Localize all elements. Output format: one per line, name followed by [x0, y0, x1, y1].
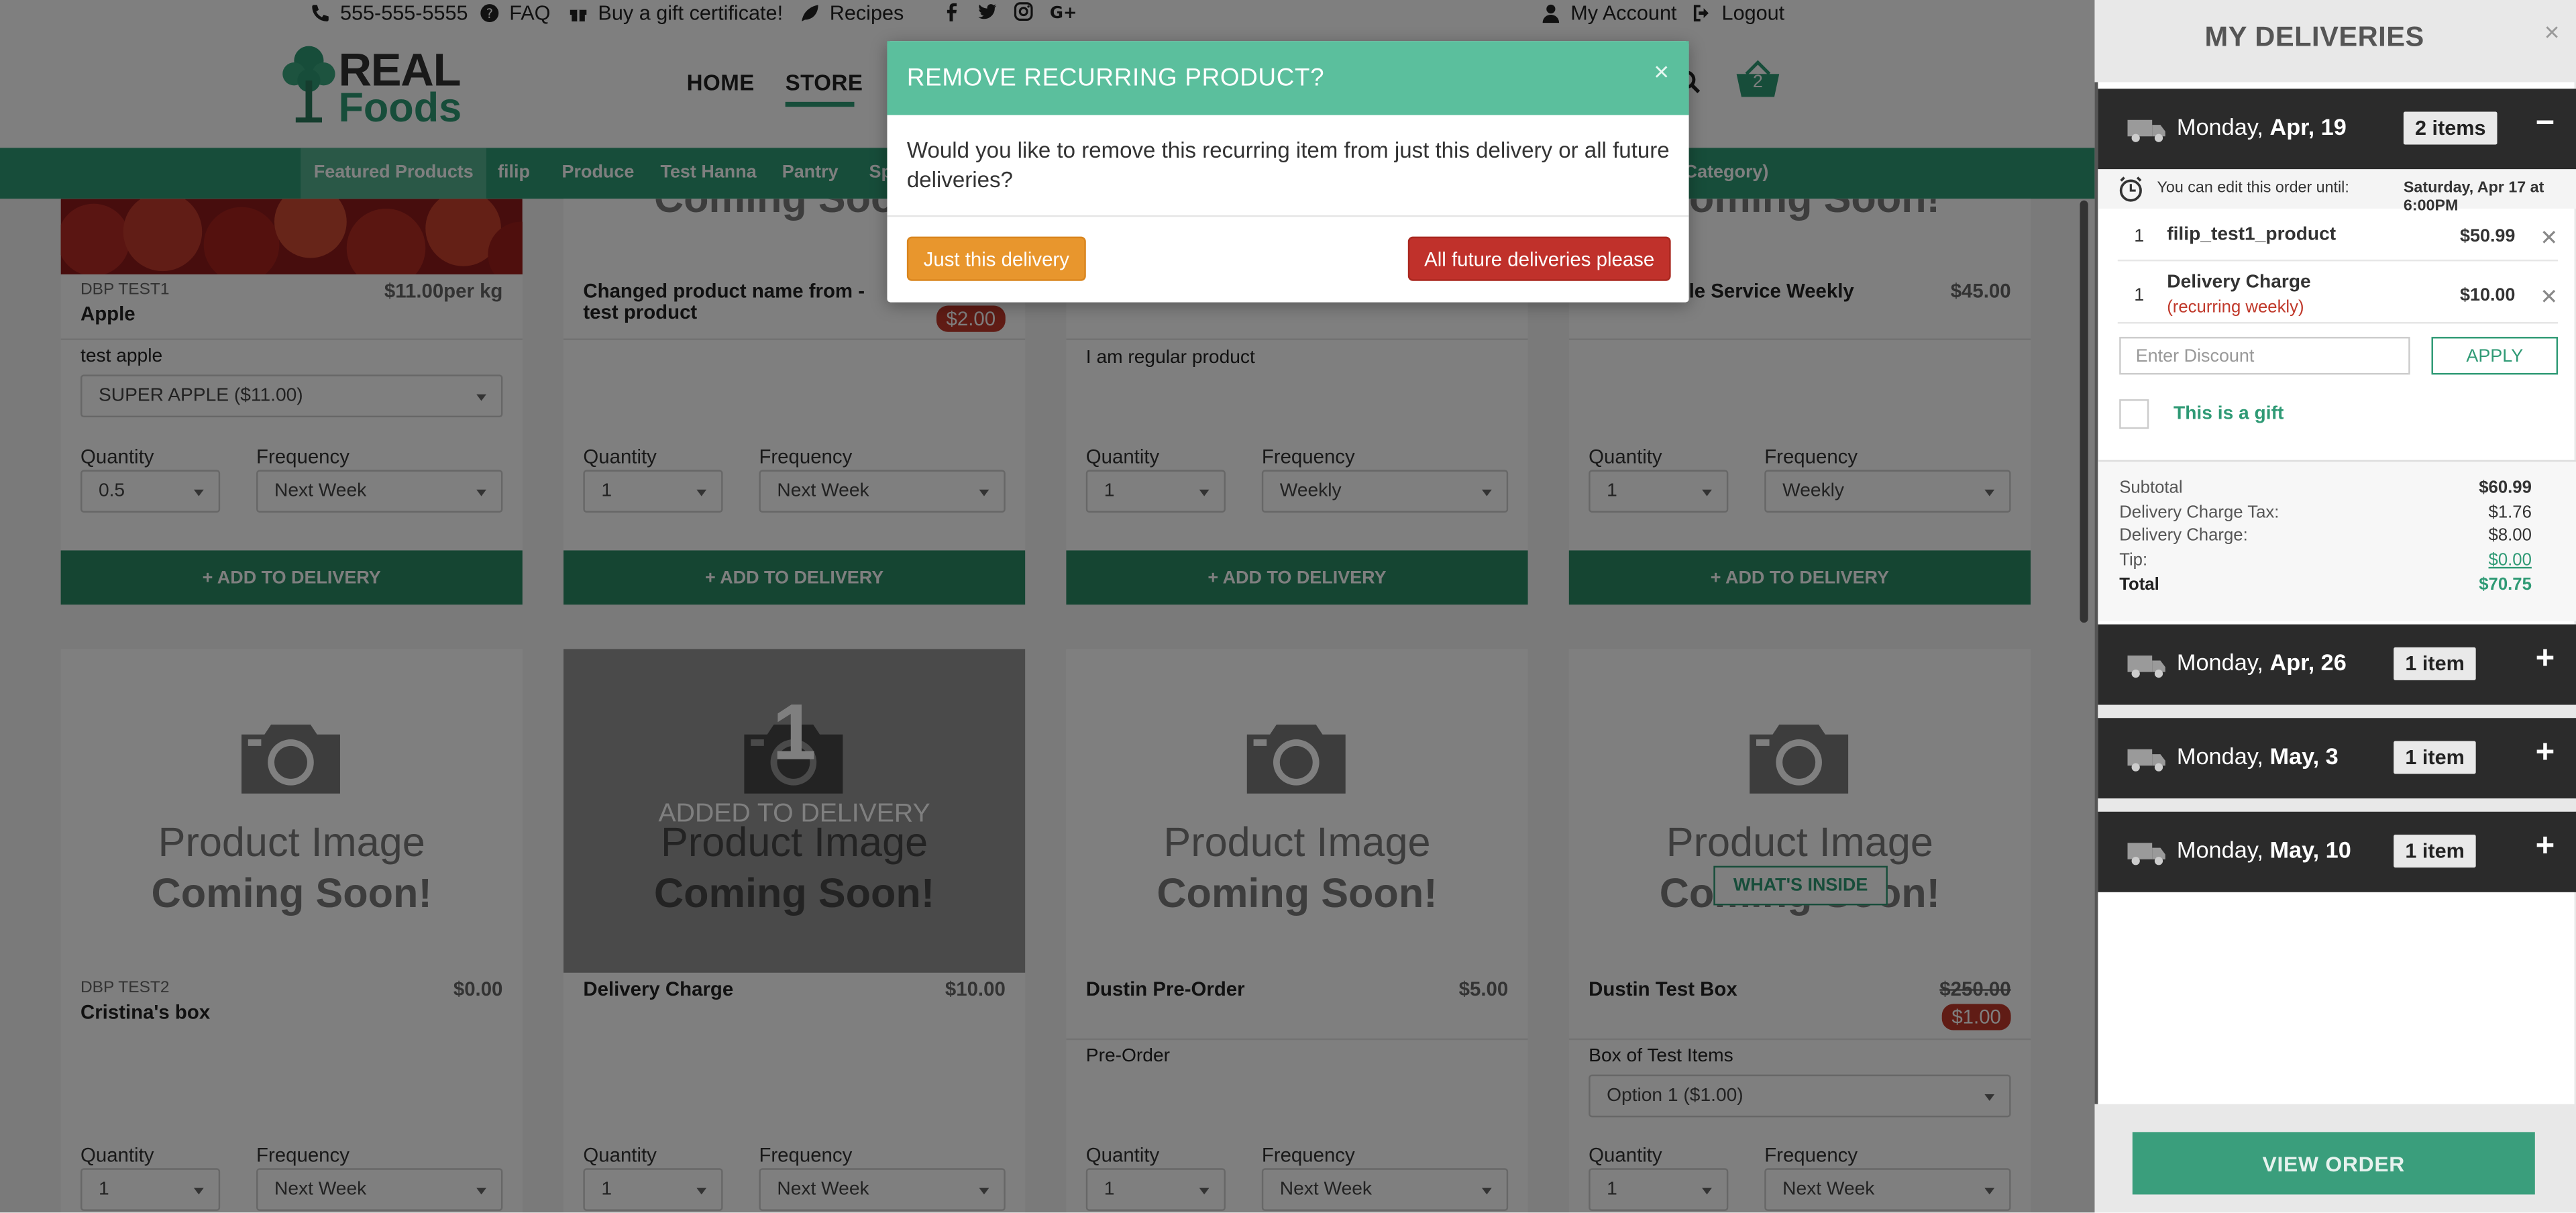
close-icon[interactable]: ×: [2544, 19, 2560, 49]
panel-title: MY DELIVERIES: [2204, 21, 2424, 53]
modal-divider: [887, 215, 1689, 217]
delivery-header-apr-26[interactable]: Monday, Apr, 26 1 item +: [2098, 624, 2576, 705]
delivery-header-may-3[interactable]: Monday, May, 3 1 item +: [2098, 718, 2576, 799]
item-count-badge: 2 items: [2403, 111, 2498, 145]
expand-toggle[interactable]: +: [2536, 641, 2555, 678]
close-icon[interactable]: ×: [1654, 59, 1669, 89]
item-count-badge: 1 item: [2394, 741, 2476, 774]
item-count-badge: 1 item: [2394, 647, 2476, 680]
order-totals: Subtotal $60.99 Delivery Charge Tax: $1.…: [2098, 460, 2576, 621]
remove-item-icon[interactable]: ✕: [2540, 284, 2558, 311]
view-order-button[interactable]: VIEW ORDER: [2132, 1132, 2535, 1195]
delivery-header-may-10[interactable]: Monday, May, 10 1 item +: [2098, 811, 2576, 892]
gift-checkbox[interactable]: [2119, 399, 2149, 429]
panel-header: MY DELIVERIES ×: [2094, 0, 2576, 76]
remove-item-icon[interactable]: ✕: [2540, 225, 2558, 252]
truck-icon: [2127, 749, 2165, 772]
truck-icon: [2127, 655, 2165, 678]
modal-header: REMOVE RECURRING PRODUCT? ×: [887, 41, 1689, 115]
item-count-badge: 1 item: [2394, 835, 2476, 868]
deliveries-list: Monday, Apr, 19 2 items − You can edit t…: [2094, 82, 2576, 1104]
discount-input[interactable]: Enter Discount: [2119, 337, 2410, 375]
edit-deadline-note: You can edit this order until: Saturday,…: [2098, 169, 2576, 215]
delivery-header-apr-19[interactable]: Monday, Apr, 19 2 items −: [2098, 89, 2576, 170]
remove-recurring-modal: REMOVE RECURRING PRODUCT? × Would you li…: [887, 41, 1689, 303]
tip-link[interactable]: $0.00: [2489, 550, 2532, 570]
my-deliveries-panel: MY DELIVERIES × Monday, Apr, 19 2 items …: [2094, 0, 2576, 1213]
all-future-deliveries-button[interactable]: All future deliveries please: [1407, 236, 1671, 281]
expand-toggle[interactable]: +: [2536, 735, 2555, 772]
recurring-note: (recurring weekly): [2167, 297, 2304, 317]
gift-label: This is a gift: [2174, 404, 2284, 424]
truck-icon: [2127, 119, 2165, 142]
apply-discount-button[interactable]: APPLY: [2431, 337, 2559, 375]
modal-title: REMOVE RECURRING PRODUCT?: [906, 64, 1325, 93]
modal-message: Would you like to remove this recurring …: [906, 138, 1670, 193]
truck-icon: [2127, 843, 2165, 865]
just-this-delivery-button[interactable]: Just this delivery: [906, 236, 1086, 281]
collapse-toggle[interactable]: −: [2536, 105, 2555, 143]
alarm-clock-icon: [2119, 176, 2142, 202]
expand-toggle[interactable]: +: [2536, 828, 2555, 865]
